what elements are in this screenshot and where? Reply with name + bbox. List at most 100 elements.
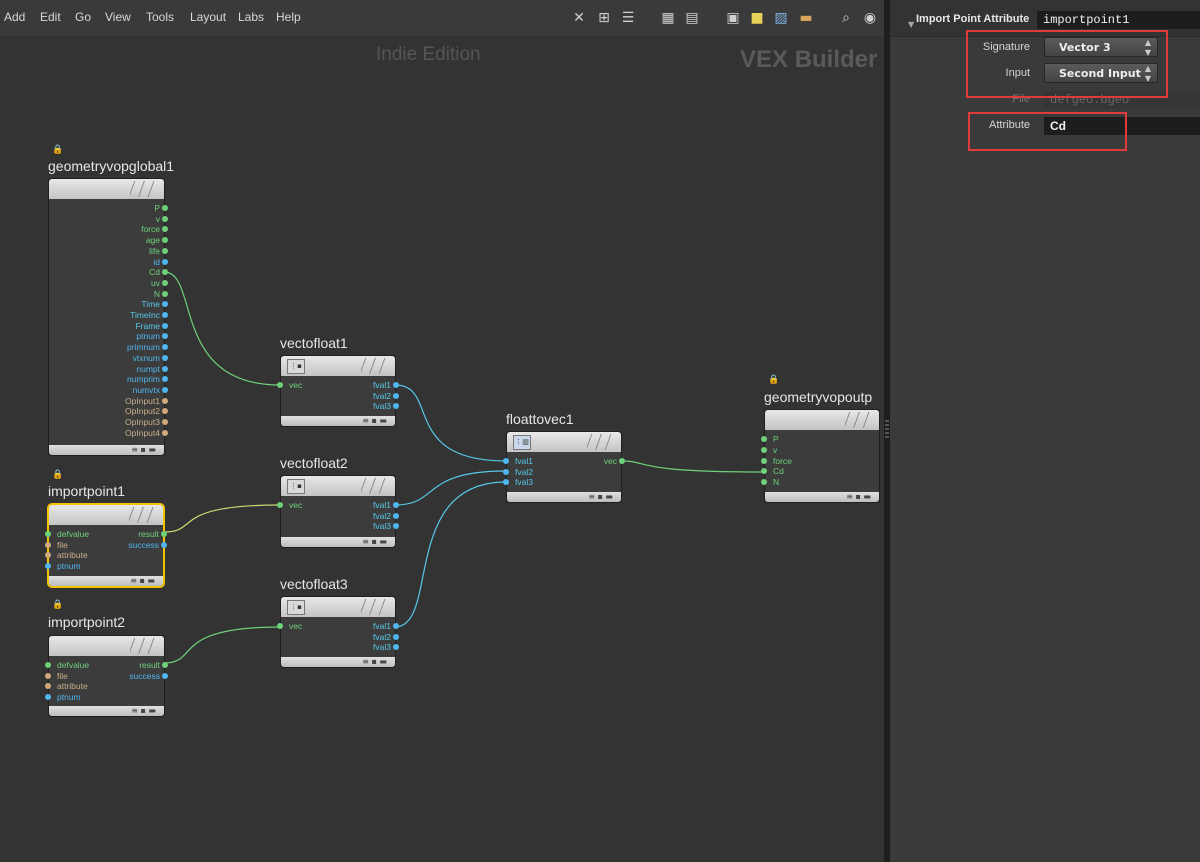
input-port-ptnum[interactable]: ptnum	[45, 692, 81, 702]
input-port-force[interactable]: force	[761, 456, 792, 466]
port-connector[interactable]	[162, 215, 168, 222]
lock-icon[interactable]: 🔒	[52, 145, 63, 155]
port-connector[interactable]	[45, 683, 51, 689]
input-port-fval3[interactable]: fval3	[503, 477, 533, 487]
output-port-numvtx[interactable]: numvtx	[133, 385, 168, 395]
port-connector[interactable]	[162, 672, 168, 679]
port-connector[interactable]	[393, 392, 399, 399]
output-port-success[interactable]: success	[128, 540, 167, 550]
port-connector[interactable]	[45, 552, 51, 558]
output-port-time[interactable]: Time	[141, 299, 168, 309]
port-connector[interactable]	[162, 419, 168, 425]
port-connector[interactable]	[161, 531, 167, 537]
port-connector[interactable]	[393, 512, 399, 519]
port-connector[interactable]	[393, 633, 399, 640]
port-connector[interactable]	[761, 457, 767, 464]
output-port-fval3[interactable]: fval3	[373, 521, 399, 531]
output-port-fval1[interactable]: fval1	[373, 500, 399, 510]
output-port-cd[interactable]: Cd	[149, 267, 168, 277]
output-port-ptnum[interactable]: ptnum	[136, 331, 168, 341]
output-port-uv[interactable]: uv	[151, 278, 168, 288]
output-port-opinput2[interactable]: OpInput2	[125, 406, 168, 416]
input-port-fval2[interactable]: fval2	[503, 467, 533, 477]
port-connector[interactable]	[619, 458, 625, 464]
port-connector[interactable]	[45, 541, 51, 548]
output-port-fval2[interactable]: fval2	[373, 511, 399, 521]
output-port-numprim[interactable]: numprim	[127, 374, 168, 384]
port-connector[interactable]	[277, 382, 283, 388]
lock-icon[interactable]: 🔒	[52, 470, 63, 480]
input-port-fval1[interactable]: fval1	[503, 456, 533, 466]
output-port-id[interactable]: id	[153, 257, 168, 267]
output-port-force[interactable]: force	[141, 224, 168, 234]
node-name-field[interactable]: importpoint1	[1037, 11, 1200, 29]
output-port-fval2[interactable]: fval2	[373, 632, 399, 642]
output-port-fval2[interactable]: fval2	[373, 391, 399, 401]
port-connector[interactable]	[45, 662, 51, 668]
output-port-age[interactable]: age	[146, 235, 168, 245]
input-port-v[interactable]: v	[761, 445, 777, 455]
port-connector[interactable]	[277, 623, 283, 629]
port-connector[interactable]	[162, 312, 168, 318]
input-port-defvalue[interactable]: defvalue	[45, 529, 89, 539]
port-connector[interactable]	[162, 397, 168, 404]
output-port-fval3[interactable]: fval3	[373, 401, 399, 411]
input-port-attribute[interactable]: attribute	[45, 550, 88, 560]
input-port-attribute[interactable]: attribute	[45, 681, 88, 691]
output-port-fval1[interactable]: fval1	[373, 621, 399, 631]
port-connector[interactable]	[45, 531, 51, 537]
port-connector[interactable]	[503, 479, 509, 485]
output-port-opinput4[interactable]: OpInput4	[125, 428, 168, 438]
output-port-result[interactable]: result	[139, 660, 168, 670]
output-port-fval1[interactable]: fval1	[373, 380, 399, 390]
input-port-cd[interactable]: Cd	[761, 466, 784, 476]
port-connector[interactable]	[162, 322, 168, 329]
port-connector[interactable]	[277, 502, 283, 508]
port-connector[interactable]	[393, 623, 399, 629]
port-connector[interactable]	[162, 258, 168, 265]
output-port-opinput3[interactable]: OpInput3	[125, 417, 168, 427]
port-connector[interactable]	[761, 446, 767, 453]
port-connector[interactable]	[393, 403, 399, 409]
output-port-life[interactable]: life	[149, 246, 168, 256]
input-port-defvalue[interactable]: defvalue	[45, 660, 89, 670]
port-connector[interactable]	[761, 436, 767, 442]
port-connector[interactable]	[162, 662, 168, 668]
lock-icon[interactable]: 🔒	[52, 600, 63, 610]
port-connector[interactable]	[162, 205, 168, 211]
network-editor[interactable]: Add Edit Go View Tools Layout Labs Help …	[0, 0, 884, 862]
output-port-v[interactable]: v	[156, 214, 168, 224]
input-port-vec[interactable]: vec	[277, 621, 302, 631]
port-connector[interactable]	[162, 354, 168, 361]
lock-icon[interactable]: 🔒	[768, 375, 779, 385]
input-port-file[interactable]: file	[45, 540, 68, 550]
port-connector[interactable]	[162, 386, 168, 393]
output-port-frame[interactable]: Frame	[135, 321, 168, 331]
port-connector[interactable]	[162, 247, 168, 254]
port-connector[interactable]	[393, 382, 399, 388]
output-port-success[interactable]: success	[129, 671, 168, 681]
port-connector[interactable]	[393, 644, 399, 650]
port-connector[interactable]	[45, 672, 51, 679]
input-port-vec[interactable]: vec	[277, 380, 302, 390]
port-connector[interactable]	[503, 468, 509, 475]
port-connector[interactable]	[162, 429, 168, 436]
output-port-vtxnum[interactable]: vtxnum	[133, 353, 168, 363]
output-port-timeinc[interactable]: TimeInc	[130, 310, 168, 320]
port-connector[interactable]	[45, 693, 51, 700]
port-connector[interactable]	[162, 279, 168, 286]
output-port-n[interactable]: N	[154, 289, 168, 299]
output-port-p[interactable]: P	[154, 203, 168, 213]
input-port-file[interactable]: file	[45, 671, 68, 681]
output-port-opinput1[interactable]: OpInput1	[125, 396, 168, 406]
port-connector[interactable]	[393, 523, 399, 529]
input-port-ptnum[interactable]: ptnum	[45, 561, 81, 571]
port-connector[interactable]	[161, 541, 167, 548]
port-connector[interactable]	[393, 502, 399, 508]
port-connector[interactable]	[45, 562, 51, 569]
input-port-p[interactable]: P	[761, 434, 779, 444]
output-port-vec[interactable]: vec	[604, 456, 625, 466]
port-connector[interactable]	[503, 458, 509, 464]
output-port-result[interactable]: result	[138, 529, 167, 539]
output-port-fval3[interactable]: fval3	[373, 642, 399, 652]
